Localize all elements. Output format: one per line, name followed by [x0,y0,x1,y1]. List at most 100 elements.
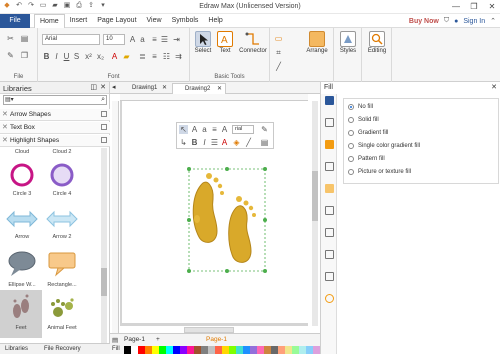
mini-connector-icon[interactable]: ↳ [179,138,188,147]
close-panel-icon[interactable]: ✕ [100,83,106,91]
color-swatch[interactable] [257,346,264,354]
mini-align-icon[interactable]: ≡ [210,125,219,134]
mini-text-style-icon[interactable]: A [220,125,229,134]
fill-option-no-fill[interactable]: No fill [348,104,373,110]
font-color-icon[interactable]: A [110,52,119,61]
shape-circle-4[interactable]: Circle 4 [42,162,82,197]
tab-home[interactable]: Home [34,14,65,29]
align-left-icon[interactable]: ≡ [150,35,159,44]
mini-line-icon[interactable]: ╱ [244,138,253,147]
category-expand-icon[interactable] [101,111,107,117]
image-tool-icon[interactable] [325,162,334,171]
select-button[interactable]: Select [192,31,214,54]
tab-symbols[interactable]: Symbols [167,14,204,29]
minimize-button[interactable]: — [450,1,462,12]
add-page-icon[interactable]: + [156,336,160,343]
indent-icon[interactable]: ⇉ [174,52,183,61]
radio-button[interactable] [348,143,354,149]
close-tab-icon[interactable]: ✕ [217,84,222,94]
shrink-font-icon[interactable]: a [138,35,147,44]
tab-page-layout[interactable]: Page Layout [92,14,141,29]
mini-font-color-icon[interactable]: A [220,138,229,147]
file-menu-button[interactable]: File [0,14,30,28]
color-swatch[interactable] [264,346,271,354]
close-category-icon[interactable]: ✕ [2,110,8,118]
shape-cloud[interactable]: Cloud [2,148,42,155]
canvas-scroll-thumb[interactable] [312,171,318,221]
library-search-input[interactable]: ▤▾ ⌕ [3,95,107,105]
color-swatch[interactable] [138,346,145,354]
color-swatch[interactable] [166,346,173,354]
align-center-icon[interactable]: ≣ [138,52,147,61]
styles-button[interactable]: Styles [337,31,359,54]
shape-circle-3[interactable]: Circle 3 [2,162,42,197]
color-swatch[interactable] [187,346,194,354]
paste-icon[interactable]: ▤ [20,34,29,43]
color-swatch[interactable] [194,346,201,354]
library-scrollbar[interactable] [101,148,107,343]
library-category-arrow-shapes[interactable]: ✕ Arrow Shapes [0,109,110,121]
fill-option-solid[interactable]: Solid fill [348,117,379,123]
color-swatch[interactable] [208,346,215,354]
color-swatch[interactable] [243,346,250,354]
restore-button[interactable]: ❐ [468,1,480,12]
tab-view[interactable]: View [142,14,167,29]
buy-now-link[interactable]: Buy Now [409,18,439,25]
color-palette[interactable] [124,346,320,354]
justify-icon[interactable]: ☷ [162,52,171,61]
mini-bullets-icon[interactable]: ☰ [210,138,219,147]
shape-animal-feet[interactable]: Animal Feet [42,290,82,331]
editing-button[interactable]: Editing [366,31,388,54]
user-icon[interactable]: ● [454,18,458,25]
fill-option-pattern[interactable]: Pattern fill [348,156,385,162]
layers-icon[interactable] [325,228,334,237]
library-menu-icon[interactable]: ▤▾ [5,96,14,103]
fill-option-single-color-gradient[interactable]: Single color gradient fill [348,143,420,149]
italic-icon[interactable]: I [52,52,61,61]
shape-ellipse-callout[interactable]: Ellipse W... [2,249,42,288]
radio-button[interactable] [348,104,354,110]
color-swatch[interactable] [173,346,180,354]
color-swatch[interactable] [145,346,152,354]
collapse-ribbon-icon[interactable]: ⌃ [490,17,496,25]
shape-arrow-2[interactable]: Arrow 2 [42,207,82,240]
mini-more-icon[interactable]: ▤ [260,138,269,147]
color-swatch[interactable] [215,346,222,354]
color-swatch[interactable] [152,346,159,354]
color-swatch[interactable] [250,346,257,354]
tab-scroll-left-icon[interactable]: ◂ [112,83,116,91]
font-name-select[interactable]: Arial [42,34,100,45]
data-icon[interactable] [325,250,334,259]
page-list-icon[interactable]: ▤ [112,336,118,344]
tab-help[interactable]: Help [203,14,227,29]
bullets-icon[interactable]: ☰ [160,35,169,44]
cart-icon[interactable]: ⛉ [444,17,449,25]
fill-option-gradient[interactable]: Gradient fill [348,130,388,136]
subscript-icon[interactable]: x₂ [96,52,105,61]
underline-icon[interactable]: U [62,52,71,61]
arrange-button[interactable]: Arrange [302,31,332,54]
mini-font-select[interactable]: rial [232,125,254,134]
shape-icon[interactable]: ▭ [274,34,283,43]
color-swatch[interactable] [124,346,131,354]
help-icon[interactable] [325,294,334,303]
color-swatch[interactable] [278,346,285,354]
mini-select-icon[interactable]: ↖ [179,125,188,134]
align-right-icon[interactable]: ≡ [150,52,159,61]
line-icon[interactable]: ╱ [274,62,283,71]
color-swatch[interactable] [292,346,299,354]
sign-in-link[interactable]: Sign In [463,18,485,25]
page-tab-page-1[interactable]: Page-1 [124,336,145,343]
dock-icon[interactable]: ◫ [90,83,97,91]
fill-option-picture-texture[interactable]: Picture or texture fill [348,169,411,175]
shape-feet[interactable]: Feet [0,290,42,338]
category-expand-icon[interactable] [101,137,107,143]
hyperlink-icon[interactable] [325,272,334,281]
font-size-select[interactable]: 10 [103,34,125,45]
superscript-icon[interactable]: x² [84,52,93,61]
line-tool-icon[interactable] [325,118,334,127]
mini-fill-icon[interactable]: ◈ [232,138,241,147]
radio-button[interactable] [348,117,354,123]
color-swatch[interactable] [285,346,292,354]
radio-button[interactable] [348,130,354,136]
